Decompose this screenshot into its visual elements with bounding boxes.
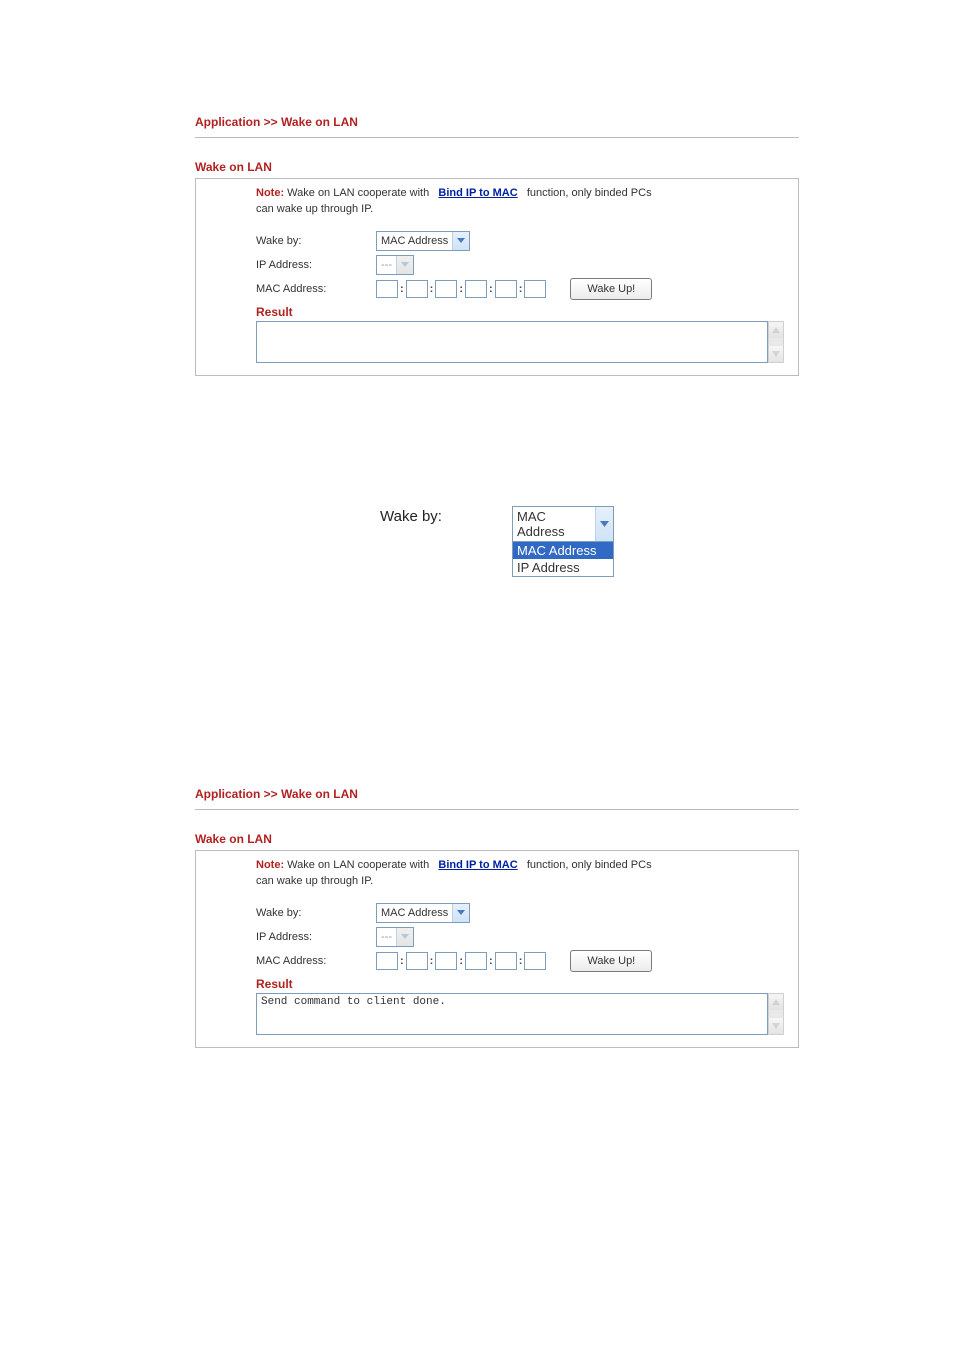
- scrollbar[interactable]: [768, 993, 784, 1035]
- divider: [195, 809, 799, 810]
- ip-address-label: IP Address:: [256, 259, 376, 271]
- wake-by-label: Wake by:: [380, 508, 442, 525]
- ip-address-select[interactable]: ---: [376, 927, 414, 947]
- result-textarea[interactable]: [256, 321, 768, 363]
- result-title: Result: [256, 305, 784, 319]
- chevron-down-icon: [452, 904, 469, 922]
- mac-octet-2-input[interactable]: [406, 280, 428, 298]
- chevron-down-icon: [396, 256, 413, 274]
- scroll-down-icon: [769, 1018, 783, 1034]
- mac-octet-1-input[interactable]: [376, 280, 398, 298]
- scroll-up-icon: [769, 322, 783, 338]
- breadcrumb: Application >> Wake on LAN: [195, 115, 799, 129]
- ip-address-label: IP Address:: [256, 931, 376, 943]
- mac-octet-3-input[interactable]: [435, 952, 457, 970]
- mac-octet-5-input[interactable]: [495, 280, 517, 298]
- chevron-down-icon: [452, 232, 469, 250]
- mac-address-label: MAC Address:: [256, 955, 376, 967]
- wake-by-listbox[interactable]: MAC Address MAC Address IP Address: [512, 506, 614, 577]
- result-title: Result: [256, 977, 784, 991]
- mac-octet-5-input[interactable]: [495, 952, 517, 970]
- mac-octet-4-input[interactable]: [465, 280, 487, 298]
- scroll-down-icon: [769, 346, 783, 362]
- ip-address-value: ---: [377, 931, 396, 943]
- note-text-1: Wake on LAN cooperate with: [287, 187, 429, 199]
- wake-up-button[interactable]: Wake Up!: [570, 278, 652, 300]
- bind-ip-to-mac-link[interactable]: Bind IP to MAC: [438, 187, 517, 199]
- wake-by-dropdown-detail: Wake by: MAC Address MAC Address IP Addr…: [195, 506, 799, 577]
- wake-by-value: MAC Address: [377, 907, 452, 919]
- mac-octet-6-input[interactable]: [524, 280, 546, 298]
- note-text-2: function, only binded PCs: [527, 187, 652, 199]
- wake-by-option-mac[interactable]: MAC Address: [513, 542, 613, 559]
- note-line-2: can wake up through IP.: [256, 875, 784, 887]
- mac-octet-6-input[interactable]: [524, 952, 546, 970]
- note-text-1: Wake on LAN cooperate with: [287, 859, 429, 871]
- ip-address-select[interactable]: ---: [376, 255, 414, 275]
- note-line-1: Note: Wake on LAN cooperate with Bind IP…: [256, 187, 784, 199]
- mac-octet-4-input[interactable]: [465, 952, 487, 970]
- note-line-2: can wake up through IP.: [256, 203, 784, 215]
- note-text-2: function, only binded PCs: [527, 859, 652, 871]
- mac-address-label: MAC Address:: [256, 283, 376, 295]
- wake-by-value: MAC Address: [377, 235, 452, 247]
- divider: [195, 137, 799, 138]
- scrollbar[interactable]: [768, 321, 784, 363]
- section-title: Wake on LAN: [195, 832, 799, 846]
- wake-on-lan-panel: Note: Wake on LAN cooperate with Bind IP…: [195, 178, 799, 376]
- chevron-down-icon: [595, 507, 613, 541]
- result-textarea[interactable]: Send command to client done.: [256, 993, 768, 1035]
- scroll-up-icon: [769, 994, 783, 1010]
- wake-by-select[interactable]: MAC Address: [376, 231, 470, 251]
- wake-by-select[interactable]: MAC Address: [376, 903, 470, 923]
- chevron-down-icon: [396, 928, 413, 946]
- wake-by-label: Wake by:: [256, 235, 376, 247]
- note-line-1: Note: Wake on LAN cooperate with Bind IP…: [256, 859, 784, 871]
- wake-by-option-ip[interactable]: IP Address: [513, 559, 613, 576]
- wake-up-button[interactable]: Wake Up!: [570, 950, 652, 972]
- breadcrumb: Application >> Wake on LAN: [195, 787, 799, 801]
- mac-octet-1-input[interactable]: [376, 952, 398, 970]
- bind-ip-to-mac-link[interactable]: Bind IP to MAC: [438, 859, 517, 871]
- wake-by-label: Wake by:: [256, 907, 376, 919]
- wake-by-selected: MAC Address: [513, 507, 595, 541]
- wake-on-lan-panel: Note: Wake on LAN cooperate with Bind IP…: [195, 850, 799, 1048]
- ip-address-value: ---: [377, 259, 396, 271]
- note-label: Note:: [256, 187, 284, 199]
- section-title: Wake on LAN: [195, 160, 799, 174]
- mac-address-inputs: : : : : :: [376, 280, 546, 298]
- mac-address-inputs: : : : : :: [376, 952, 546, 970]
- mac-octet-3-input[interactable]: [435, 280, 457, 298]
- note-label: Note:: [256, 859, 284, 871]
- mac-octet-2-input[interactable]: [406, 952, 428, 970]
